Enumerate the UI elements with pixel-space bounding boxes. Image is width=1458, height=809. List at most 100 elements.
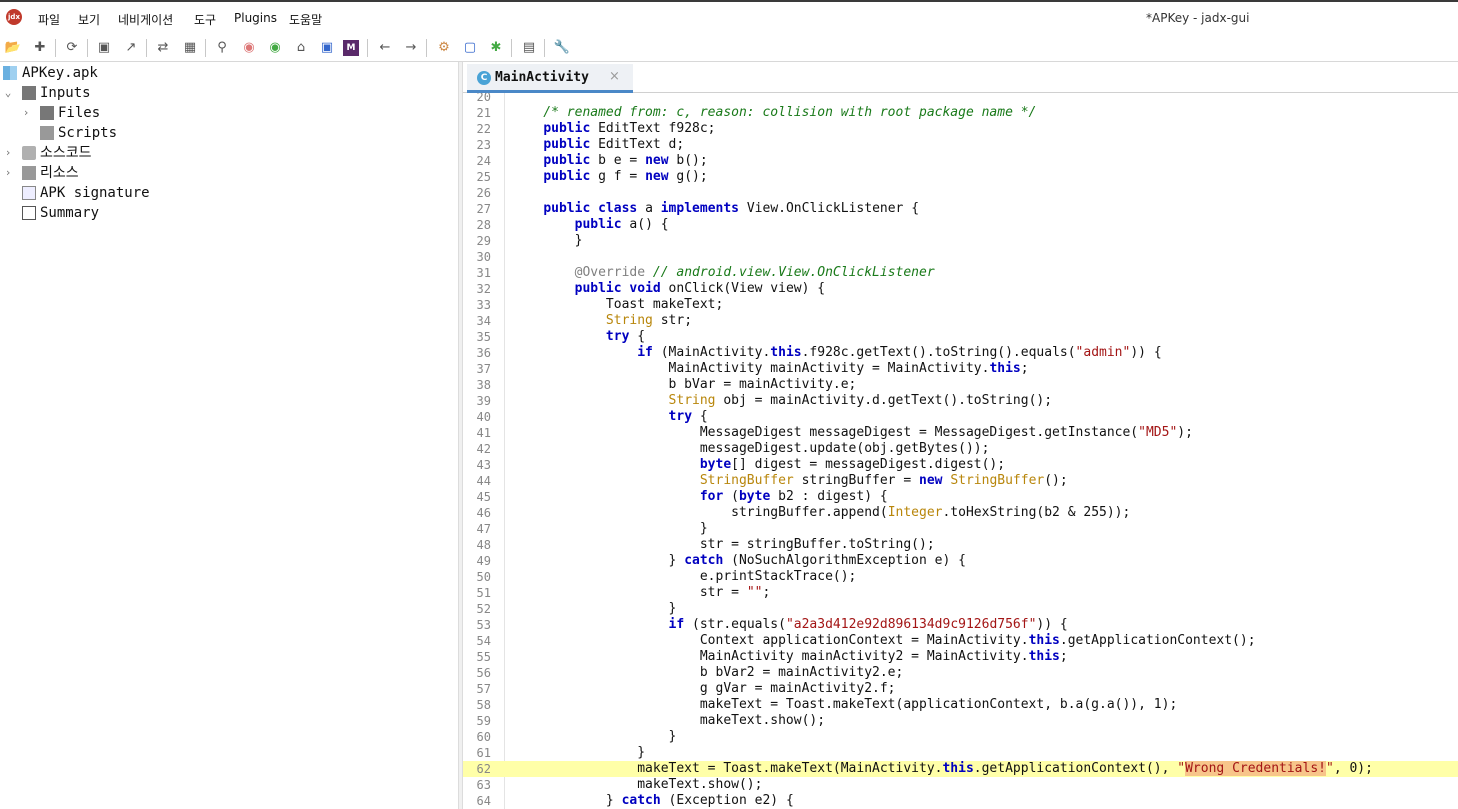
- code-line[interactable]: 55 MainActivity mainActivity2 = MainActi…: [463, 649, 1458, 665]
- home-icon[interactable]: ⌂: [291, 38, 311, 58]
- code-line[interactable]: 49 } catch (NoSuchAlgorithmException e) …: [463, 553, 1458, 569]
- tree-item-scripts[interactable]: Scripts: [0, 123, 458, 143]
- tree-item-inputs[interactable]: ⌄ Inputs: [0, 83, 458, 103]
- code-line[interactable]: 42 messageDigest.update(obj.getBytes());: [463, 441, 1458, 457]
- code-line[interactable]: 23 public EditText d;: [463, 137, 1458, 153]
- menu-tools[interactable]: 도구: [194, 11, 216, 28]
- deobfuscation-icon[interactable]: ▢: [460, 38, 480, 58]
- preferences-icon[interactable]: 🔧: [552, 38, 572, 58]
- toolbar-separator: [544, 39, 545, 57]
- code-line[interactable]: 56 b bVar2 = mainActivity2.e;: [463, 665, 1458, 681]
- search-icon[interactable]: ⚲: [212, 38, 232, 58]
- code-line[interactable]: 40 try {: [463, 409, 1458, 425]
- tree-item-source-code[interactable]: › 소스코드: [0, 143, 458, 163]
- menu-navigation[interactable]: 네비게이션: [118, 11, 173, 28]
- chevron-right-icon[interactable]: ›: [2, 143, 14, 163]
- tree-label: Summary: [40, 205, 100, 221]
- code-line[interactable]: 41 MessageDigest messageDigest = Message…: [463, 425, 1458, 441]
- line-number: 40: [476, 410, 491, 424]
- tree-item-apk-signature[interactable]: APK signature: [0, 183, 458, 203]
- code-line[interactable]: 22 public EditText f928c;: [463, 121, 1458, 137]
- code-text: MessageDigest messageDigest = MessageDig…: [512, 425, 1193, 440]
- code-line[interactable]: 38 b bVar = mainActivity.e;: [463, 377, 1458, 393]
- code-line[interactable]: 63 makeText.show();: [463, 777, 1458, 793]
- open-file-icon[interactable]: 📂: [3, 38, 23, 58]
- code-line[interactable]: 25 public g f = new g();: [463, 169, 1458, 185]
- code-line[interactable]: 36 if (MainActivity.this.f928c.getText()…: [463, 345, 1458, 361]
- code-line[interactable]: 54 Context applicationContext = MainActi…: [463, 633, 1458, 649]
- code-line[interactable]: 29 }: [463, 233, 1458, 249]
- save-icon[interactable]: ▣: [94, 38, 114, 58]
- chevron-right-icon[interactable]: ›: [2, 163, 14, 183]
- code-line[interactable]: 28 public a() {: [463, 217, 1458, 233]
- code-line[interactable]: 50 e.printStackTrace();: [463, 569, 1458, 585]
- close-icon[interactable]: ×: [609, 69, 620, 84]
- code-line[interactable]: 24 public b e = new b();: [463, 153, 1458, 169]
- editor-tab-bar: C MainActivity ×: [463, 62, 1458, 93]
- export-icon[interactable]: ↗: [121, 38, 141, 58]
- menu-view[interactable]: 보기: [78, 11, 100, 28]
- code-line[interactable]: 45 for (byte b2 : digest) {: [463, 489, 1458, 505]
- code-line[interactable]: 46 stringBuffer.append(Integer.toHexStri…: [463, 505, 1458, 521]
- code-line[interactable]: 39 String obj = mainActivity.d.getText()…: [463, 393, 1458, 409]
- line-number: 27: [476, 202, 491, 216]
- code-line[interactable]: 60 }: [463, 729, 1458, 745]
- flatten-packages-icon[interactable]: ▦: [180, 38, 200, 58]
- code-line[interactable]: 33 Toast makeText;: [463, 297, 1458, 313]
- find-usage-icon[interactable]: ◉: [239, 38, 259, 58]
- code-text: makeText = Toast.makeText(applicationCon…: [512, 697, 1178, 712]
- code-line[interactable]: 51 str = "";: [463, 585, 1458, 601]
- folder-icon: [40, 106, 54, 120]
- chevron-down-icon[interactable]: ⌄: [2, 83, 14, 103]
- quark-icon[interactable]: ⚙: [434, 38, 454, 58]
- code-line[interactable]: 31 @Override // android.view.View.OnClic…: [463, 265, 1458, 281]
- code-text: if (MainActivity.this.f928c.getText().to…: [637, 345, 1162, 360]
- code-line[interactable]: 34 String str;: [463, 313, 1458, 329]
- code-text: stringBuffer.append(Integer.toHexString(…: [512, 505, 1131, 520]
- code-line[interactable]: 20: [463, 93, 1458, 105]
- code-line[interactable]: 30: [463, 249, 1458, 265]
- log-icon[interactable]: ▤: [519, 38, 539, 58]
- code-line[interactable]: 48 str = stringBuffer.toString();: [463, 537, 1458, 553]
- code-line[interactable]: 43 byte[] digest = messageDigest.digest(…: [463, 457, 1458, 473]
- menu-help[interactable]: 도움말: [289, 11, 322, 28]
- code-line[interactable]: 53 if (str.equals("a2a3d412e92d896134d9c…: [463, 617, 1458, 633]
- tab-main-activity[interactable]: C MainActivity ×: [467, 64, 633, 93]
- code-line[interactable]: 52 }: [463, 601, 1458, 617]
- sync-editor-icon[interactable]: ⇄: [153, 38, 173, 58]
- toolbar-separator: [426, 39, 427, 57]
- code-line[interactable]: 21 /* renamed from: c, reason: collision…: [463, 105, 1458, 121]
- reload-icon[interactable]: ⟳: [62, 38, 82, 58]
- code-line[interactable]: 47 }: [463, 521, 1458, 537]
- back-icon[interactable]: ←: [375, 38, 395, 58]
- code-line[interactable]: 37 MainActivity mainActivity = MainActiv…: [463, 361, 1458, 377]
- tree-item-summary[interactable]: Summary: [0, 203, 458, 223]
- code-line[interactable]: 32 public void onClick(View view) {: [463, 281, 1458, 297]
- code-line[interactable]: 44 StringBuffer stringBuffer = new Strin…: [463, 473, 1458, 489]
- code-line[interactable]: 62 makeText = Toast.makeText(MainActivit…: [463, 761, 1458, 777]
- code-line[interactable]: 26: [463, 185, 1458, 201]
- decompile-mode-icon[interactable]: M: [343, 40, 359, 56]
- tree-item-files[interactable]: › Files: [0, 103, 458, 123]
- code-area[interactable]: 20 21 /* renamed from: c, reason: collisi…: [463, 93, 1458, 809]
- code-line[interactable]: 57 g gVar = mainActivity2.f;: [463, 681, 1458, 697]
- menu-plugins[interactable]: Plugins: [234, 11, 277, 25]
- tree-item-resources[interactable]: › 리소스: [0, 163, 458, 183]
- code-line[interactable]: 35 try {: [463, 329, 1458, 345]
- log-viewer-icon[interactable]: ▣: [317, 38, 337, 58]
- code-line[interactable]: 64 } catch (Exception e2) {: [463, 793, 1458, 809]
- code-text: try {: [605, 329, 646, 344]
- code-line[interactable]: 27 public class a implements View.OnClic…: [463, 201, 1458, 217]
- add-files-icon[interactable]: ✚: [30, 38, 50, 58]
- line-number: 34: [476, 314, 491, 328]
- tree-item-apk-root[interactable]: APKey.apk: [0, 63, 458, 83]
- forward-icon[interactable]: →: [401, 38, 421, 58]
- code-line[interactable]: 58 makeText = Toast.makeText(application…: [463, 697, 1458, 713]
- code-line[interactable]: 61 }: [463, 745, 1458, 761]
- debug-icon[interactable]: ✱: [486, 38, 506, 58]
- line-number: 55: [476, 650, 491, 664]
- menu-file[interactable]: 파일: [38, 11, 60, 28]
- find-class-icon[interactable]: ◉: [265, 38, 285, 58]
- code-line[interactable]: 59 makeText.show();: [463, 713, 1458, 729]
- chevron-right-icon[interactable]: ›: [20, 103, 32, 123]
